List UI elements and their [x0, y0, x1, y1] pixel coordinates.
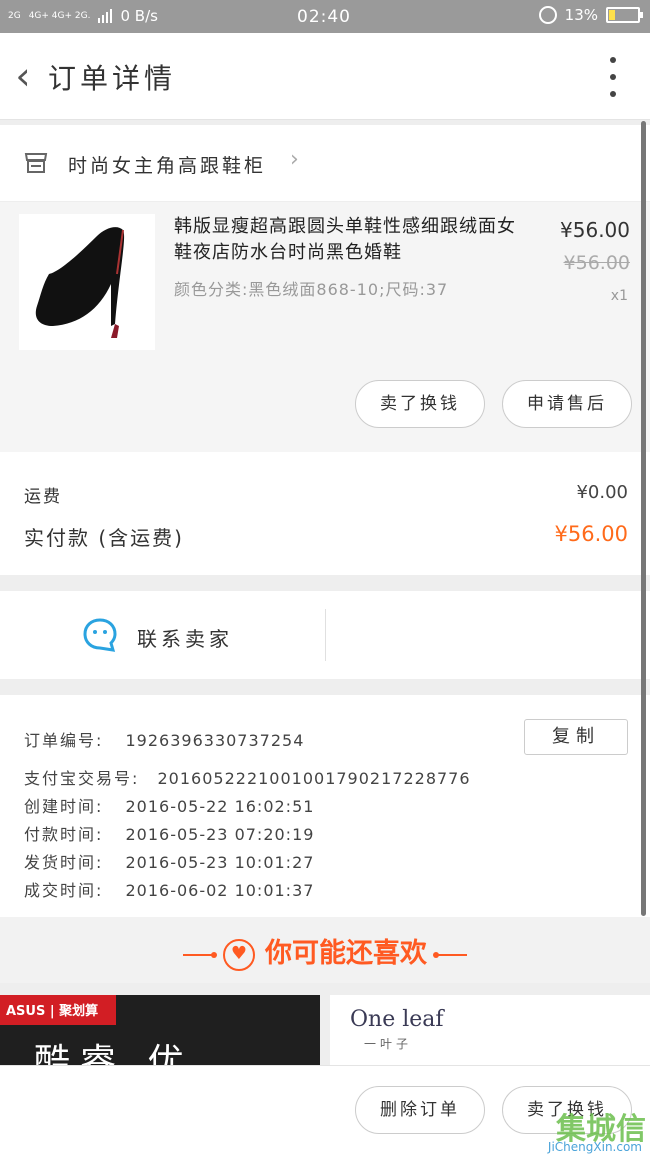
product-card[interactable]: 韩版显瘦超高跟圆头单鞋性感细跟绒面女鞋夜店防水台时尚黑色婚鞋 颜色分类:黑色绒面…: [0, 202, 650, 452]
ad-text: 酷睿 优: [34, 1042, 194, 1065]
store-icon: [24, 153, 48, 173]
paid-label: 实付款 (含运费): [24, 526, 184, 550]
scrollbar[interactable]: [641, 121, 646, 916]
shipped-label: 发货时间:: [24, 853, 104, 872]
order-number-row: 订单编号: 1926396330737254: [24, 727, 304, 751]
divider: [325, 609, 326, 661]
shop-name: 时尚女主角高跟鞋柜: [68, 155, 267, 177]
ad-brand-logo: One leaf: [350, 1007, 444, 1032]
order-info: 订单编号: 1926396330737254 复制 支付宝交易号: 201605…: [0, 695, 650, 917]
fee-summary: 运费 ¥0.00 实付款 (含运费) ¥56.00: [0, 452, 650, 575]
product-image: [19, 214, 155, 350]
shipped-row: 发货时间: 2016-05-23 10:01:27: [24, 849, 314, 873]
paid-value: ¥56.00: [554, 522, 628, 546]
network-type-secondary: 4G+ 4G+ 2G.: [28, 10, 91, 21]
contact-seller-row: 联系卖家: [0, 591, 650, 679]
ad-brand-label: ASUS | 聚划算: [0, 995, 116, 1025]
network-type: 2G: [8, 10, 21, 21]
alipay-label: 支付宝交易号:: [24, 769, 140, 788]
product-spec: 颜色分类:黑色绒面868-10;尺码:37: [174, 280, 449, 299]
created-label: 创建时间:: [24, 797, 104, 816]
recommend-title: 你可能还喜欢: [265, 938, 427, 969]
copy-button[interactable]: 复制: [524, 719, 628, 755]
rotation-lock-icon: [538, 6, 557, 24]
delete-order-button[interactable]: 删除订单: [355, 1086, 485, 1134]
order-number: 1926396330737254: [125, 731, 305, 750]
product-original-price: ¥56.00: [563, 252, 630, 274]
battery-icon: [606, 7, 643, 23]
shipping-label: 运费: [24, 487, 62, 507]
back-icon[interactable]: ‹: [6, 53, 40, 99]
decor-line: [433, 951, 467, 958]
battery-percent: 13%: [564, 6, 598, 24]
created-time: 2016-05-22 16:02:51: [125, 797, 315, 816]
clock: 02:40: [297, 7, 351, 27]
paid-time: 2016-05-23 07:20:19: [125, 825, 315, 844]
ad-brand-sub: 一叶子: [364, 1037, 413, 1051]
product-quantity: x1: [610, 288, 628, 304]
more-icon[interactable]: [608, 57, 618, 97]
heart-icon: [223, 938, 255, 971]
product-price: ¥56.00: [560, 218, 630, 242]
order-number-label: 订单编号:: [24, 731, 104, 750]
completed-label: 成交时间:: [24, 881, 104, 900]
alipay-number: 2016052221001001790217228776: [157, 769, 471, 788]
created-row: 创建时间: 2016-05-22 16:02:51: [24, 793, 314, 817]
paid-time-label: 付款时间:: [24, 825, 104, 844]
network-speed: 0 B/s: [120, 7, 158, 25]
completed-row: 成交时间: 2016-06-02 10:01:37: [24, 877, 314, 901]
completed-time: 2016-06-02 10:01:37: [125, 881, 315, 900]
chat-bubble-icon[interactable]: [82, 617, 118, 653]
sell-resell-button[interactable]: 卖了换钱: [355, 380, 485, 428]
shipping-value: ¥0.00: [576, 482, 628, 503]
title-bar: ‹ 订单详情: [0, 33, 650, 120]
shipped-time: 2016-05-23 10:01:27: [125, 853, 315, 872]
shop-row[interactable]: 时尚女主角高跟鞋柜 ›: [0, 125, 650, 202]
ad-banner-right[interactable]: One leaf 一叶子: [330, 995, 650, 1065]
paid-time-row: 付款时间: 2016-05-23 07:20:19: [24, 821, 314, 845]
contact-seller-button[interactable]: 联系卖家: [137, 623, 233, 652]
product-title: 韩版显瘦超高跟圆头单鞋性感细跟绒面女鞋夜店防水台时尚黑色婚鞋: [174, 216, 516, 263]
bottom-action-bar: 删除订单 卖了换钱 集城信 JiChengXin.com: [0, 1065, 650, 1155]
alipay-row: 支付宝交易号: 2016052221001001790217228776: [24, 765, 471, 789]
decor-line: [183, 951, 217, 958]
status-bar: 2G 4G+ 4G+ 2G. 0 B/s 02:40 13%: [0, 0, 650, 33]
recommend-header: 你可能还喜欢: [0, 917, 650, 983]
page-title: 订单详情: [48, 62, 177, 95]
ad-banner-left[interactable]: ASUS | 聚划算 酷睿 优: [0, 995, 320, 1065]
chevron-right-icon: ›: [290, 147, 299, 172]
signal-icon: [98, 9, 113, 23]
after-sale-button[interactable]: 申请售后: [502, 380, 632, 428]
watermark-url: JiChengXin.com: [547, 1140, 642, 1154]
